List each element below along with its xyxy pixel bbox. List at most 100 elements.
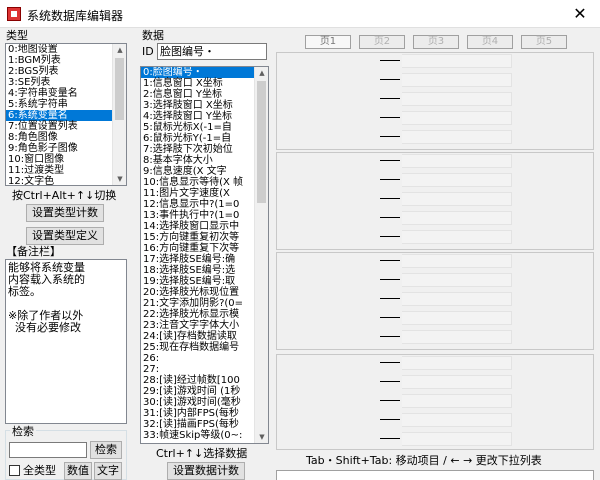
scroll-down-icon[interactable]: ▼: [255, 431, 268, 443]
type-list-scrollbar[interactable]: ▲ ▼: [112, 44, 126, 185]
id-input[interactable]: 脸图编号・: [157, 43, 267, 60]
list-item[interactable]: 9:信息速度(X 文字: [141, 166, 268, 177]
list-item[interactable]: 4:选择肢窗口 Y坐标: [141, 111, 268, 122]
list-item[interactable]: 21:文字添加阴影?(0=: [141, 298, 268, 309]
set-type-definition-button[interactable]: 设置类型定义: [26, 227, 104, 245]
list-item[interactable]: 8:角色图像: [6, 132, 126, 143]
list-item[interactable]: 20:选择肢光标现位置: [141, 287, 268, 298]
list-item[interactable]: 27:: [141, 364, 268, 375]
list-item[interactable]: 19:选择肢SE编号:取: [141, 276, 268, 287]
all-types-checkbox[interactable]: [9, 465, 20, 476]
list-item[interactable]: 24:[读]存档数据读取: [141, 331, 268, 342]
search-button[interactable]: 检索: [90, 441, 122, 459]
list-item[interactable]: 9:角色影子图像: [6, 143, 126, 154]
title-bar: 系统数据库编辑器 ✕: [0, 0, 600, 28]
field-input[interactable]: [402, 73, 512, 87]
field-input[interactable]: [402, 173, 512, 187]
scroll-up-icon[interactable]: ▲: [113, 44, 126, 56]
field-input[interactable]: [402, 292, 512, 306]
bottom-input[interactable]: [276, 470, 594, 480]
field-input[interactable]: [402, 311, 512, 325]
list-item[interactable]: 10:信息显示等待(X 帧: [141, 177, 268, 188]
list-item[interactable]: 13:事件执行中?(1=0: [141, 210, 268, 221]
list-item[interactable]: 16:方向键重复下次等: [141, 243, 268, 254]
list-item[interactable]: 25:现在存档数据编号: [141, 342, 268, 353]
field-input[interactable]: [402, 130, 512, 144]
list-item[interactable]: 0:地图设置: [6, 44, 126, 55]
list-item[interactable]: 17:选择肢SE编号:确: [141, 254, 268, 265]
field-input[interactable]: [402, 413, 512, 427]
tab-page-4[interactable]: 页4: [467, 35, 513, 49]
field-input[interactable]: [402, 230, 512, 244]
field-label: [380, 381, 400, 382]
list-item[interactable]: 30:[读]游戏时间(毫秒: [141, 397, 268, 408]
scroll-thumb[interactable]: [115, 58, 124, 120]
scroll-up-icon[interactable]: ▲: [255, 67, 268, 79]
field-input[interactable]: [402, 111, 512, 125]
list-item[interactable]: 29:[读]游戏时间 (1秒: [141, 386, 268, 397]
numeric-button[interactable]: 数值: [64, 462, 92, 480]
tab-page-1[interactable]: 页1: [305, 35, 351, 49]
field-input[interactable]: [402, 192, 512, 206]
tab-page-3[interactable]: 页3: [413, 35, 459, 49]
memo-text[interactable]: 能够将系统变量 内容载入系统的 标签。 ※除了作者以外 没有必要修改: [5, 259, 127, 424]
field-label: [380, 419, 400, 420]
list-item[interactable]: 11:过渡类型: [6, 165, 126, 176]
list-item[interactable]: 5:鼠标光标X(-1=自: [141, 122, 268, 133]
list-item[interactable]: 2:信息窗口 Y坐标: [141, 89, 268, 100]
field-input[interactable]: [402, 375, 512, 389]
list-item[interactable]: 2:BGS列表: [6, 66, 126, 77]
field-input[interactable]: [402, 254, 512, 268]
list-item[interactable]: 4:字符串变量名: [6, 88, 126, 99]
list-item[interactable]: 32:[读]描画FPS(每秒: [141, 419, 268, 430]
text-button[interactable]: 文字: [94, 462, 122, 480]
scroll-thumb[interactable]: [257, 81, 266, 203]
field-input[interactable]: [402, 211, 512, 225]
list-item[interactable]: 18:选择肢SE编号:选: [141, 265, 268, 276]
field-input[interactable]: [402, 92, 512, 106]
close-button[interactable]: ✕: [560, 0, 600, 28]
list-item[interactable]: 5:系统字符串: [6, 99, 126, 110]
list-item[interactable]: 15:方向键重复初次等: [141, 232, 268, 243]
list-item[interactable]: 7:位置设置列表: [6, 121, 126, 132]
field-input[interactable]: [402, 432, 512, 446]
tab-page-2[interactable]: 页2: [359, 35, 405, 49]
data-list-scrollbar[interactable]: ▲ ▼: [254, 67, 268, 443]
type-switch-hint: 按Ctrl+Alt+↑↓切换: [12, 189, 117, 202]
list-item[interactable]: 10:窗口图像: [6, 154, 126, 165]
list-item[interactable]: 1:信息窗口 X坐标: [141, 78, 268, 89]
field-input[interactable]: [402, 273, 512, 287]
field-input[interactable]: [402, 394, 512, 408]
scroll-down-icon[interactable]: ▼: [113, 173, 126, 185]
list-item[interactable]: 7:选择肢下次初始位: [141, 144, 268, 155]
set-type-count-button[interactable]: 设置类型计数: [26, 204, 104, 222]
list-item[interactable]: 0:脸图编号・: [141, 67, 268, 78]
list-item[interactable]: 3:选择肢窗口 X坐标: [141, 100, 268, 111]
field-label: [380, 60, 400, 61]
field-input[interactable]: [402, 154, 512, 168]
list-item[interactable]: 1:BGM列表: [6, 55, 126, 66]
tab-page-5[interactable]: 页5: [521, 35, 567, 49]
list-item[interactable]: 33:帧速Skip等级(0~:: [141, 430, 268, 441]
type-list[interactable]: 0:地图设置 1:BGM列表 2:BGS列表 3:SE列表 4:字符串变量名 5:系统字符…: [5, 43, 127, 186]
list-item[interactable]: 6:系统变量名: [6, 110, 126, 121]
list-item[interactable]: 11:图片文字速度(X: [141, 188, 268, 199]
list-item[interactable]: 22:选择肢光标显示模: [141, 309, 268, 320]
list-item[interactable]: 31:[读]内部FPS(每秒: [141, 408, 268, 419]
field-input[interactable]: [402, 54, 512, 68]
list-item[interactable]: 14:选择肢窗口显示中: [141, 221, 268, 232]
list-item[interactable]: 23:注音文字字体大小: [141, 320, 268, 331]
field-input[interactable]: [402, 356, 512, 370]
list-item[interactable]: 8:基本字体大小: [141, 155, 268, 166]
window-title: 系统数据库编辑器: [27, 9, 124, 23]
list-item[interactable]: 12:信息显示中?(1=0: [141, 199, 268, 210]
list-item[interactable]: 3:SE列表: [6, 77, 126, 88]
list-item[interactable]: 26:: [141, 353, 268, 364]
field-input[interactable]: [402, 330, 512, 344]
data-list[interactable]: 0:脸图编号・ 1:信息窗口 X坐标 2:信息窗口 Y坐标 3:选择肢窗口 X坐标 4:…: [140, 66, 269, 444]
list-item[interactable]: 28:[读]经过帧数[100: [141, 375, 268, 386]
search-input[interactable]: [9, 442, 87, 458]
list-item[interactable]: 12:文字色: [6, 176, 126, 185]
list-item[interactable]: 6:鼠标光标Y(-1=自: [141, 133, 268, 144]
set-data-count-button[interactable]: 设置数据计数: [167, 462, 245, 480]
